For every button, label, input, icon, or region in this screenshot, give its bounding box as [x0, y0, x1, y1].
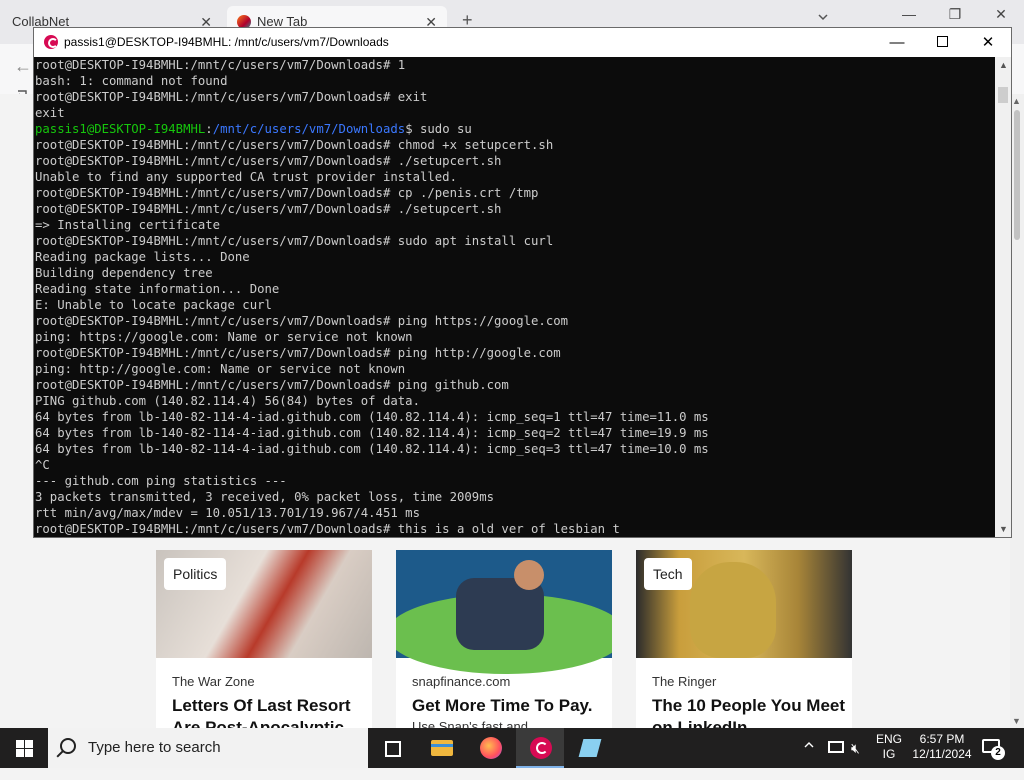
terminal-line: bash: 1: command not found — [35, 74, 228, 88]
terminal-line: ping: https://google.com: Name or servic… — [35, 330, 413, 344]
news-card[interactable]: Politics The War Zone Letters Of Last Re… — [156, 550, 372, 728]
language-code: ENG — [876, 732, 903, 746]
scroll-thumb[interactable] — [1014, 110, 1020, 240]
terminal-line: ^C — [35, 458, 50, 472]
taskbar-search[interactable]: Type here to search — [48, 728, 368, 768]
terminal-line: ping: http://google.com: Name or service… — [35, 362, 406, 376]
prompt-command: $ sudo su — [405, 122, 472, 136]
terminal-line: root@DESKTOP-I94BMHL:/mnt/c/users/vm7/Do… — [35, 90, 428, 104]
terminal-line: root@DESKTOP-I94BMHL:/mnt/c/users/vm7/Do… — [35, 378, 509, 392]
news-card[interactable]: snapfinance.com Get More Time To Pay. Us… — [396, 550, 612, 728]
terminal-line: root@DESKTOP-I94BMHL:/mnt/c/users/vm7/Do… — [35, 58, 406, 72]
chevron-down-icon[interactable] — [818, 12, 828, 22]
keyboard-layout: IG — [882, 747, 896, 761]
scroll-up-icon[interactable]: ▲ — [999, 60, 1008, 70]
clock-date: 12/11/2024 — [912, 747, 972, 761]
folder-icon — [431, 740, 453, 756]
terminal-line: Reading package lists... Done — [35, 250, 250, 264]
firefox-button[interactable] — [466, 728, 514, 768]
terminal-scrollbar[interactable]: ▲ ▼ — [995, 57, 1011, 537]
clock[interactable]: 6:57 PM 12/11/2024 — [910, 732, 974, 772]
terminal-line: rtt min/avg/max/mdev = 10.051/13.701/19.… — [35, 506, 420, 520]
search-placeholder: Type here to search — [88, 739, 221, 756]
browser-close-button[interactable]: ✕ — [978, 6, 1024, 23]
scroll-down-icon[interactable]: ▼ — [999, 524, 1008, 534]
browser-restore-button[interactable]: ❐ — [932, 6, 978, 23]
search-icon — [60, 738, 76, 754]
news-source: snapfinance.com — [412, 674, 511, 689]
terminal-line: Building dependency tree — [35, 266, 213, 280]
terminal-line: root@DESKTOP-I94BMHL:/mnt/c/users/vm7/Do… — [35, 314, 569, 328]
task-view-icon — [385, 741, 401, 757]
terminal-title: passis1@DESKTOP-I94BMHL: /mnt/c/users/vm… — [64, 35, 389, 49]
prompt-separator: : — [205, 122, 213, 136]
terminal-line: root@DESKTOP-I94BMHL:/mnt/c/users/vm7/Do… — [35, 138, 554, 152]
task-view-button[interactable] — [368, 728, 416, 768]
terminal-line: root@DESKTOP-I94BMHL:/mnt/c/users/vm7/Do… — [35, 346, 561, 360]
prompt-user: passis1@DESKTOP-I94BMHL — [35, 122, 206, 136]
terminal-line: 64 bytes from lb-140-82-114-4-iad.github… — [35, 410, 709, 424]
news-subline: Use Snap's fast and — [412, 719, 528, 728]
file-explorer-button[interactable] — [418, 728, 466, 768]
notepad-button[interactable] — [566, 728, 614, 768]
terminal-line: root@DESKTOP-I94BMHL:/mnt/c/users/vm7/Do… — [35, 186, 539, 200]
network-icon[interactable] — [828, 741, 844, 753]
back-arrow-icon[interactable]: ← — [14, 56, 32, 77]
notification-count: 2 — [991, 746, 1005, 760]
news-card[interactable]: Tech The Ringer The 10 People You Meet o… — [636, 550, 852, 728]
terminal-line: E: Unable to locate package curl — [35, 298, 272, 312]
terminal-current-input[interactable]: root@DESKTOP-I94BMHL:/mnt/c/users/vm7/Do… — [35, 521, 996, 537]
taskbar: Type here to search 🔇︎ ENG IG 6:57 PM 12… — [0, 728, 1024, 768]
terminal-line: --- github.com ping statistics --- — [35, 474, 287, 488]
news-category-badge: Politics — [164, 558, 227, 590]
chevron-up-icon[interactable] — [804, 740, 814, 750]
terminal-output[interactable]: root@DESKTOP-I94BMHL:/mnt/c/users/vm7/Do… — [34, 57, 996, 537]
scroll-down-icon[interactable]: ▼ — [1012, 716, 1021, 726]
volume-muted-icon[interactable]: 🔇︎ — [851, 740, 860, 780]
debian-terminal-button[interactable] — [516, 728, 564, 768]
terminal-maximize-button[interactable] — [919, 28, 965, 57]
terminal-close-button[interactable]: ✕ — [965, 28, 1011, 57]
terminal-line: root@DESKTOP-I94BMHL:/mnt/c/users/vm7/Do… — [35, 234, 554, 248]
news-headline[interactable]: Get More Time To Pay. — [412, 695, 608, 717]
debian-swirl-icon — [530, 737, 552, 759]
start-button[interactable] — [0, 728, 48, 768]
terminal-line: root@DESKTOP-I94BMHL:/mnt/c/users/vm7/Do… — [35, 154, 502, 168]
terminal-window[interactable]: passis1@DESKTOP-I94BMHL: /mnt/c/users/vm… — [33, 27, 1012, 538]
terminal-line: 64 bytes from lb-140-82-114-4-iad.github… — [35, 442, 709, 456]
news-source: The War Zone — [172, 674, 255, 689]
terminal-line: 3 packets transmitted, 3 received, 0% pa… — [35, 490, 495, 504]
debian-swirl-icon — [44, 35, 58, 49]
browser-scrollbar[interactable]: ▲ ▼ — [1010, 94, 1024, 728]
language-indicator[interactable]: ENG IG — [876, 732, 902, 772]
news-source: The Ringer — [652, 674, 717, 689]
news-headline[interactable]: Letters Of Last Resort Are Post-Apocalyp… — [172, 695, 368, 728]
terminal-line: root@DESKTOP-I94BMHL:/mnt/c/users/vm7/Do… — [35, 202, 502, 216]
terminal-minimize-button[interactable]: — — [874, 28, 920, 57]
terminal-title-bar[interactable]: passis1@DESKTOP-I94BMHL: /mnt/c/users/vm… — [34, 28, 1011, 57]
scroll-up-icon[interactable]: ▲ — [1012, 96, 1021, 106]
clock-time: 6:57 PM — [919, 732, 965, 746]
prompt-path: /mnt/c/users/vm7/Downloads — [212, 122, 406, 136]
news-card-image — [396, 550, 612, 674]
browser-minimize-button[interactable]: — — [886, 6, 932, 22]
terminal-user-prompt-line: passis1@DESKTOP-I94BMHL:/mnt/c/users/vm7… — [35, 121, 996, 137]
terminal-line: Unable to find any supported CA trust pr… — [35, 170, 457, 184]
terminal-line: Reading state information... Done — [35, 282, 280, 296]
notification-center-button[interactable]: 2 — [982, 737, 1005, 760]
terminal-line: exit — [35, 106, 65, 120]
news-category-badge: Tech — [644, 558, 692, 590]
maximize-icon — [936, 36, 948, 48]
terminal-line: 64 bytes from lb-140-82-114-4-iad.github… — [35, 426, 709, 440]
terminal-scroll-thumb[interactable] — [998, 87, 1008, 103]
browser-window-controls: — ❐ ✕ — [886, 6, 1024, 23]
terminal-line: PING github.com (140.82.114.4) 56(84) by… — [35, 394, 420, 408]
terminal-line: => Installing certificate — [35, 218, 221, 232]
firefox-icon — [480, 737, 502, 759]
news-headline[interactable]: The 10 People You Meet on LinkedIn — [652, 695, 848, 728]
notepad-icon — [578, 739, 602, 757]
